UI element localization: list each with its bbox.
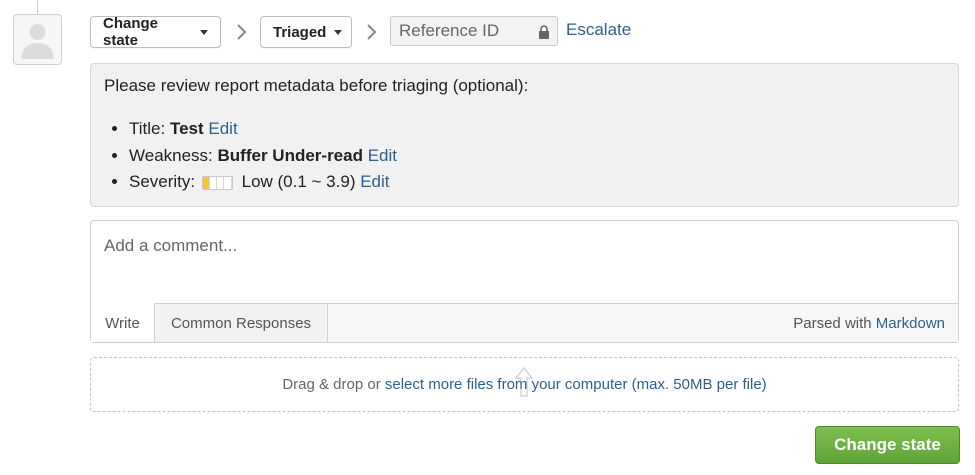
tab-write[interactable]: Write xyxy=(91,303,155,342)
edit-weakness-link[interactable]: Edit xyxy=(368,146,397,165)
tab-common-responses[interactable]: Common Responses xyxy=(155,303,328,342)
severity-segment xyxy=(210,177,218,189)
change-state-submit-button[interactable]: Change state xyxy=(815,426,960,464)
file-dropzone[interactable]: Drag & drop or select more files from yo… xyxy=(90,357,959,412)
avatar xyxy=(13,14,62,65)
metadata-key: Title: xyxy=(129,119,166,138)
selected-state-label: Triaged xyxy=(273,23,327,41)
severity-segment xyxy=(202,177,210,189)
metadata-intro: Please review report metadata before tri… xyxy=(104,76,529,95)
lock-icon xyxy=(539,25,549,39)
severity-meter xyxy=(201,176,233,190)
comment-editor: Write Common Responses Parsed with Markd… xyxy=(90,220,959,343)
change-state-dropdown[interactable]: Change state xyxy=(90,15,221,49)
comment-tabs: Write Common Responses Parsed with Markd… xyxy=(91,303,958,342)
reference-id-field xyxy=(390,16,558,46)
severity-segment xyxy=(225,177,232,189)
escalate-link[interactable]: Escalate xyxy=(566,20,631,40)
select-files-link[interactable]: select more files from your computer (ma… xyxy=(385,376,767,393)
parsed-prefix: Parsed with xyxy=(793,315,872,332)
upload-arrow-icon xyxy=(514,366,534,397)
metadata-item-title: Title: Test Edit xyxy=(129,116,945,143)
chevron-right-icon xyxy=(237,24,247,40)
parsed-with-note: Parsed with Markdown xyxy=(793,315,945,332)
edit-severity-link[interactable]: Edit xyxy=(360,172,389,191)
metadata-item-severity: Severity: Low (0.1 ~ 3.9) Edit xyxy=(129,169,945,196)
caret-down-icon xyxy=(334,29,343,35)
selected-state-dropdown[interactable]: Triaged xyxy=(260,16,352,48)
dropzone-prefix: Drag & drop or xyxy=(282,376,381,393)
edit-title-link[interactable]: Edit xyxy=(208,119,237,138)
timeline-connector xyxy=(37,0,38,14)
caret-down-icon xyxy=(200,29,208,35)
chevron-right-icon xyxy=(367,24,377,40)
metadata-key: Weakness: xyxy=(129,145,213,165)
metadata-list: Title: Test Edit Weakness: Buffer Under-… xyxy=(104,116,945,196)
report-action-panel: Change state Triaged Escalate Please rev… xyxy=(0,0,975,475)
metadata-key: Severity: xyxy=(129,172,196,191)
metadata-value: Test xyxy=(169,119,204,138)
comment-textarea[interactable] xyxy=(91,221,958,304)
metadata-value: Buffer Under-read xyxy=(217,145,363,165)
markdown-link[interactable]: Markdown xyxy=(876,315,945,332)
metadata-item-weakness: Weakness: Buffer Under-read Edit xyxy=(129,143,945,170)
user-silhouette-icon xyxy=(21,24,54,59)
change-state-dropdown-label: Change state xyxy=(103,15,159,49)
severity-value: Low (0.1 ~ 3.9) xyxy=(241,172,356,191)
reference-id-input[interactable] xyxy=(391,17,529,45)
metadata-review-box: Please review report metadata before tri… xyxy=(90,63,959,207)
severity-segment xyxy=(217,177,225,189)
